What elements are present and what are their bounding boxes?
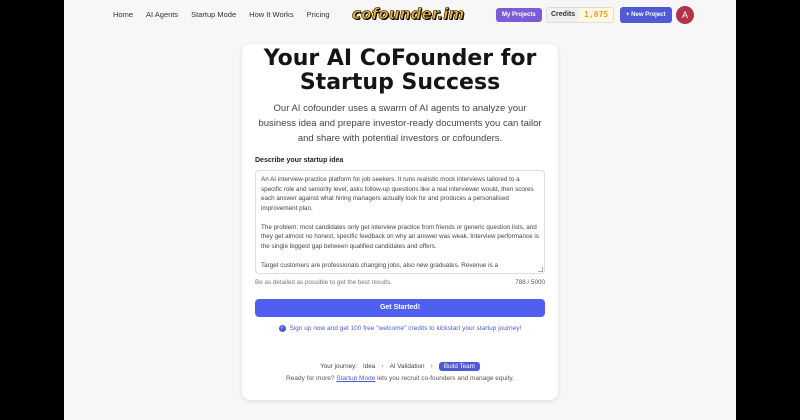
avatar[interactable]: A bbox=[676, 6, 694, 24]
journey-label: Your journey: bbox=[320, 363, 357, 370]
credits-label: Credits bbox=[547, 8, 580, 22]
idea-paragraph: The problem: most candidates only get in… bbox=[261, 223, 539, 250]
check-circle-icon: ✓ bbox=[278, 325, 286, 332]
new-project-button[interactable]: + New Project bbox=[620, 7, 672, 23]
page: Home AI Agents Startup Mode How It Works… bbox=[64, 0, 736, 420]
journey-step-ai-validation: AI Validation bbox=[389, 363, 425, 370]
page-title: Your AI CoFounder for Startup Success bbox=[263, 46, 537, 95]
credits-display: Credits 1,075 bbox=[546, 7, 615, 23]
idea-paragraph: An AI interview-practice platform for jo… bbox=[261, 176, 534, 212]
idea-hint: Be as detailed as possible to get the be… bbox=[255, 279, 392, 286]
journey-step-idea: Idea bbox=[362, 363, 376, 370]
journey-steps: Your journey: Idea › AI Validation › Bui… bbox=[242, 362, 558, 371]
credits-value: 1,075 bbox=[579, 8, 614, 22]
chevron-right-icon: › bbox=[381, 363, 384, 370]
resize-handle-icon[interactable] bbox=[538, 267, 543, 272]
chevron-right-icon: › bbox=[430, 363, 433, 370]
my-projects-button[interactable]: My Projects bbox=[496, 8, 542, 22]
nav-ai-agents[interactable]: AI Agents bbox=[146, 10, 178, 19]
nav-home[interactable]: Home bbox=[113, 10, 133, 19]
ready-suffix: lets you recruit co-founders and manage … bbox=[377, 375, 514, 382]
ready-prefix: Ready for more? bbox=[286, 375, 335, 382]
page-subtitle: Our AI cofounder uses a swarm of AI agen… bbox=[258, 103, 542, 144]
nav-how-it-works[interactable]: How It Works bbox=[249, 10, 293, 19]
nav-startup-mode[interactable]: Startup Mode bbox=[191, 10, 236, 19]
nav-links: Home AI Agents Startup Mode How It Works… bbox=[113, 10, 330, 19]
character-count: 788 / 5000 bbox=[515, 279, 545, 286]
signup-note: ✓ Sign up now and get 100 free "welcome"… bbox=[242, 325, 558, 332]
journey-step-build-team: Build Team bbox=[438, 362, 480, 371]
idea-paragraph: Target customers are professionals chang… bbox=[261, 261, 498, 269]
ready-note: Ready for more? Startup Mode lets you re… bbox=[242, 375, 558, 382]
startup-mode-link[interactable]: Startup Mode bbox=[336, 375, 375, 382]
nav-pricing[interactable]: Pricing bbox=[307, 10, 330, 19]
get-started-button[interactable]: Get Started! bbox=[255, 299, 545, 317]
logo[interactable]: cofounder.im bbox=[348, 5, 468, 25]
signup-note-text[interactable]: Sign up now and get 100 free "welcome" c… bbox=[289, 325, 521, 332]
top-nav: Home AI Agents Startup Mode How It Works… bbox=[64, 0, 736, 30]
idea-field-label: Describe your startup idea bbox=[255, 157, 344, 164]
hero-card: Your AI CoFounder for Startup Success Ou… bbox=[242, 44, 558, 400]
idea-textarea[interactable]: An AI interview-practice platform for jo… bbox=[255, 170, 545, 274]
